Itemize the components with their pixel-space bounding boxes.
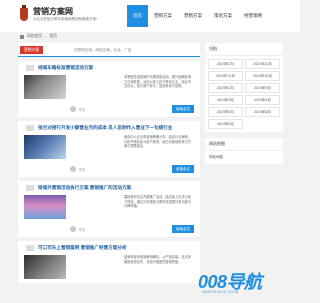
nav-item-home[interactable]: 首页: [127, 5, 148, 27]
post-excerpt: 围绕城市社区开展推广活动，结合线上引流与线下体验，通过分享奖励与限时优惠提升参与…: [124, 195, 191, 209]
nav-item-marketing-plans-2[interactable]: 营销方案: [178, 5, 208, 27]
post-excerpt: 本季度在各线城市开展营销活动，提升品牌影响力与销售额。活动以线上线下联动为主，结…: [124, 75, 191, 89]
read-more-button[interactable]: 阅读全文: [172, 165, 194, 173]
avatar: [70, 166, 76, 172]
read-more-button[interactable]: 阅读全文: [172, 105, 194, 113]
archive-link[interactable]: 2024年9月: [245, 83, 280, 93]
sitemap-box: 网站地图 网站地图: [205, 138, 283, 164]
post-title[interactable]: 短城外营销活动执行方案 营销推广的活动方案: [18, 181, 200, 193]
read-more-button[interactable]: 阅读全文: [172, 225, 194, 233]
tab-bar: 营销方案 互联网文案、网络文案、社会、广告: [18, 43, 200, 57]
archive-link[interactable]: 2024年1月: [208, 83, 243, 93]
post-card: 可口可乐上营销案例 营销推广经营方案分析 品牌年轻化营销案例解析，从产品包装、社…: [18, 241, 200, 283]
archive-link[interactable]: 2024年6月: [208, 119, 243, 129]
site-title[interactable]: 营销方案网: [33, 6, 73, 17]
post-excerpt: 品牌年轻化营销案例解析，从产品包装、社交传播到渠道合作，总结可借鉴的营销思路。: [124, 255, 191, 264]
breadcrumb-home[interactable]: 网站首页: [27, 34, 42, 39]
post-card: 线城车路标准营销活动方案 本季度在各线城市开展营销活动，提升品牌影响力与销售额。…: [18, 61, 200, 117]
archive-link[interactable]: 2024年2月: [208, 59, 243, 69]
archive-link[interactable]: 2024年8月: [245, 107, 280, 117]
post-title[interactable]: 可口可乐上营销案例 营销推广经营方案分析: [18, 241, 200, 253]
nav-item-planning[interactable]: 策划方案: [208, 5, 238, 27]
home-icon: [20, 34, 24, 39]
breadcrumb: 网站首页 › 首页: [20, 34, 57, 39]
main-nav: 首页 营销方案 营销方案 策划方案 经营策略: [127, 5, 268, 27]
archive-box: 归档 2024年2月 2024年11月 2024年12月 2024年10月 20…: [205, 43, 283, 132]
post-card: 短城外营销活动执行方案 营销推广的活动方案 围绕城市社区开展推广活动，结合线上引…: [18, 181, 200, 237]
archive-link[interactable]: 2024年3月: [208, 95, 243, 105]
post-title[interactable]: 线城车路标准营销活动方案: [18, 61, 200, 73]
post-author: 佚名: [70, 166, 85, 172]
post-excerpt: 面向中小企业的营销策略分享，结合行业案例，分析市场机会与用户需求，给出可落地的执…: [124, 135, 191, 149]
avatar: [70, 106, 76, 112]
archive-link[interactable]: 2024年10月: [245, 71, 280, 81]
breadcrumb-separator: ›: [45, 34, 47, 39]
nav-item-strategy[interactable]: 经营策略: [238, 5, 268, 27]
site-logo-icon[interactable]: [20, 5, 28, 21]
archive-link[interactable]: 2024年12月: [208, 71, 243, 81]
post-thumbnail[interactable]: [24, 255, 66, 279]
breadcrumb-current[interactable]: 首页: [49, 34, 57, 39]
post-author: 佚名: [70, 226, 85, 232]
site-subtitle: 为企业老板分享实用营销策划和营销方案!: [33, 17, 97, 21]
header: 营销方案网 为企业老板分享实用营销策划和营销方案! 首页 营销方案 营销方案 策…: [0, 0, 300, 32]
archive-link[interactable]: 2024年5月: [208, 107, 243, 117]
post-card: 张月对接行开发小额营业月的成本 员人员制作入营业下一句提行业 面向中小企业的营销…: [18, 121, 200, 177]
archive-list: 2024年2月 2024年11月 2024年12月 2024年10月 2024年…: [205, 56, 283, 132]
archive-link[interactable]: 2024年11月: [245, 59, 280, 69]
watermark-url: 008TOOLS.COM: [202, 289, 239, 294]
watermark-logo: 008导航 008TOOLS.COM: [190, 262, 300, 300]
post-thumbnail[interactable]: [24, 135, 66, 159]
main-content: 营销方案 互联网文案、网络文案、社会、广告 线城车路标准营销活动方案 本季度在各…: [18, 43, 200, 303]
announcement-text: 互联网文案、网络文案、社会、广告: [74, 48, 132, 52]
sitemap-heading: 网站地图: [205, 138, 283, 151]
archive-heading: 归档: [205, 43, 283, 56]
sitemap-link[interactable]: 网站地图: [205, 151, 283, 164]
sidebar: 归档 2024年2月 2024年11月 2024年12月 2024年10月 20…: [205, 43, 283, 170]
post-author: 佚名: [70, 106, 85, 112]
post-title[interactable]: 张月对接行开发小额营业月的成本 员人员制作入营业下一句提行业: [18, 121, 200, 133]
nav-item-marketing-plans[interactable]: 营销方案: [148, 5, 178, 27]
post-thumbnail[interactable]: [24, 75, 66, 99]
archive-link[interactable]: 2024年4月: [245, 95, 280, 105]
avatar: [70, 226, 76, 232]
tab-marketing[interactable]: 营销方案: [20, 46, 44, 54]
post-thumbnail[interactable]: [24, 195, 66, 219]
